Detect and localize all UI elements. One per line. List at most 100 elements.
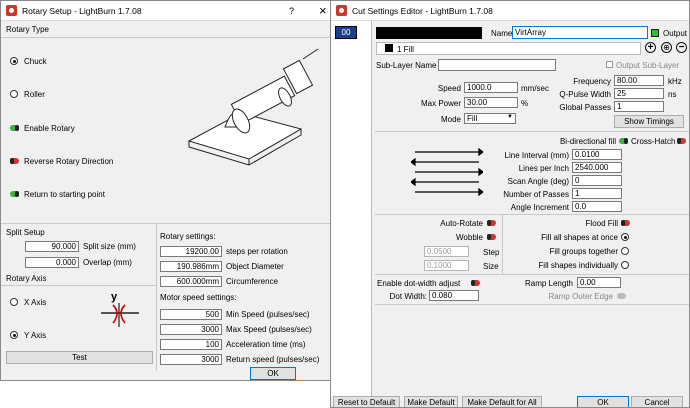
min-speed-input[interactable]: 500 xyxy=(160,309,222,320)
return-start-label: Return to starting point xyxy=(24,190,105,199)
title-bar: Cut Settings Editor - LightBurn 1.7.08 xyxy=(331,1,689,21)
acceleration-label: Acceleration time (ms) xyxy=(226,340,306,349)
bidirectional-toggle[interactable] xyxy=(619,138,628,144)
scan-angle-label: Scan Angle (deg) xyxy=(507,177,569,186)
step-label: Step xyxy=(483,248,500,257)
return-speed-input[interactable]: 3000 xyxy=(160,354,222,365)
dot-adjust-toggle[interactable] xyxy=(471,280,480,286)
auto-rotate-toggle[interactable] xyxy=(487,220,496,226)
test-button[interactable]: Test xyxy=(6,351,153,364)
frequency-input[interactable]: 80.00 xyxy=(614,75,664,86)
qpulse-input[interactable]: 25 xyxy=(614,88,664,99)
make-default-button[interactable]: Make Default xyxy=(404,396,458,407)
lines-per-inch-input[interactable]: 2540.000 xyxy=(572,162,622,173)
cut-cancel-button[interactable]: Cancel xyxy=(631,396,683,407)
line-interval-input[interactable]: 0.0100 xyxy=(572,149,622,160)
scan-angle-input[interactable]: 0 xyxy=(572,175,622,186)
fill-individual-radio[interactable] xyxy=(621,261,629,269)
chuck-radio[interactable] xyxy=(10,57,18,65)
make-default-all-button[interactable]: Make Default for All xyxy=(462,396,542,407)
overlap-input[interactable]: 0.000 xyxy=(25,257,79,268)
remove-sublayer-icon[interactable]: − xyxy=(676,42,687,53)
divider xyxy=(156,223,157,371)
x-axis-radio[interactable] xyxy=(10,298,18,306)
angle-increment-input[interactable]: 0.0 xyxy=(572,201,622,212)
output-sublayer-checkbox[interactable] xyxy=(606,61,613,68)
rotary-settings-label: Rotary settings: xyxy=(160,232,216,241)
wobble-toggle[interactable] xyxy=(487,234,496,240)
global-passes-label: Global Passes xyxy=(559,103,611,112)
circumference-input[interactable]: 600.000mm xyxy=(160,276,222,287)
ramp-outer-label: Ramp Outer Edge xyxy=(548,292,613,301)
qpulse-label: Q-Pulse Width xyxy=(559,90,611,99)
close-button[interactable]: × xyxy=(319,3,327,18)
global-passes-input[interactable]: 1 xyxy=(614,101,664,112)
motor-speed-label: Motor speed settings: xyxy=(160,293,237,302)
lightburn-logo-icon xyxy=(336,5,347,16)
steps-per-rotation-input[interactable]: 19200.00 xyxy=(160,246,222,257)
split-size-label: Split size (mm) xyxy=(83,242,136,251)
object-diameter-input[interactable]: 190.986mm xyxy=(160,261,222,272)
dot-width-label: Dot Width: xyxy=(389,292,427,301)
rotary-ok-button[interactable]: OK xyxy=(250,367,296,380)
flood-fill-toggle[interactable] xyxy=(621,220,630,226)
divider xyxy=(1,223,332,224)
cut-ok-button[interactable]: OK xyxy=(577,396,629,407)
roller-radio[interactable] xyxy=(10,90,18,98)
number-of-passes-input[interactable]: 1 xyxy=(572,188,622,199)
ramp-length-input[interactable]: 0.00 xyxy=(577,277,621,288)
title-bar: Rotary Setup - LightBurn 1.7.08 ? × xyxy=(1,1,332,21)
show-timings-button[interactable]: Show Timings xyxy=(614,115,684,128)
overlap-label: Overlap (mm) xyxy=(83,258,132,267)
sublayer-name-input[interactable] xyxy=(438,59,556,71)
rotary-type-label: Rotary Type xyxy=(6,25,49,34)
sublayer-name-label: Sub-Layer Name xyxy=(376,61,437,70)
rotation-axis-icon xyxy=(101,303,139,327)
reverse-rotary-toggle[interactable] xyxy=(10,158,19,164)
chevron-down-icon: ▼ xyxy=(507,114,513,120)
flood-fill-label: Flood Fill xyxy=(585,219,618,228)
split-setup-label: Split Setup xyxy=(6,228,45,237)
crosshatch-toggle[interactable] xyxy=(677,138,686,144)
steps-label: steps per rotation xyxy=(226,247,288,256)
size-input[interactable]: 0.1000 xyxy=(424,260,469,271)
max-power-label: Max Power xyxy=(420,99,461,108)
max-speed-input[interactable]: 3000 xyxy=(160,324,222,335)
fill-tab[interactable] xyxy=(376,42,641,55)
divider xyxy=(375,304,689,305)
return-start-toggle[interactable] xyxy=(10,191,19,197)
fill-groups-radio[interactable] xyxy=(621,247,629,255)
acceleration-input[interactable]: 100 xyxy=(160,339,222,350)
speed-input[interactable]: 1000.0 xyxy=(464,82,518,93)
dot-width-input[interactable]: 0.080 xyxy=(429,290,479,301)
ramp-outer-toggle[interactable] xyxy=(617,293,626,299)
split-size-input[interactable]: 90.000 xyxy=(25,241,79,252)
copy-sublayer-icon[interactable]: ⊕ xyxy=(661,42,672,53)
fill-all-radio[interactable] xyxy=(621,233,629,241)
layer-item[interactable]: 00 xyxy=(335,26,357,39)
fill-tab-swatch xyxy=(385,44,393,52)
reset-to-default-button[interactable]: Reset to Default xyxy=(333,396,400,407)
help-button[interactable]: ? xyxy=(289,6,294,16)
fill-individual-label: Fill shapes individually xyxy=(538,261,618,270)
enable-rotary-toggle[interactable] xyxy=(10,125,19,131)
rotary-axis-label: Rotary Axis xyxy=(6,274,47,283)
speed-label: Speed xyxy=(437,84,461,93)
max-power-input[interactable]: 30.00 xyxy=(464,97,518,108)
y-axis-label: Y Axis xyxy=(24,331,47,340)
y-axis-radio[interactable] xyxy=(10,331,18,339)
step-input[interactable]: 0.0500 xyxy=(424,246,469,257)
add-sublayer-icon[interactable]: + xyxy=(645,42,656,53)
crosshatch-label: Cross-Hatch xyxy=(631,137,676,146)
name-input[interactable]: VirtArray xyxy=(512,26,648,39)
auto-rotate-label: Auto-Rotate xyxy=(440,219,483,228)
frequency-unit: kHz xyxy=(668,77,682,86)
object-diameter-label: Object Diameter xyxy=(226,262,284,271)
chuck-rotary-illustration xyxy=(187,48,319,166)
frequency-label: Frequency xyxy=(573,77,611,86)
chuck-label: Chuck xyxy=(24,57,47,66)
fill-groups-label: Fill groups together xyxy=(549,247,618,256)
output-checkbox[interactable] xyxy=(651,29,659,37)
output-sublayer-label: Output Sub-Layer xyxy=(616,61,680,70)
fill-direction-preview xyxy=(411,147,483,197)
